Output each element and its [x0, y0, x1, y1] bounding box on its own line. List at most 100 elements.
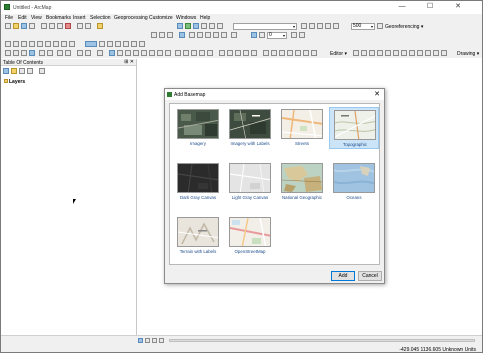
pause-drawing-icon[interactable] [159, 338, 164, 343]
tool-icon-bb[interactable] [279, 50, 285, 56]
tool-icon-m[interactable] [123, 41, 129, 47]
full-extent-globe-icon[interactable] [29, 50, 35, 56]
split-icon[interactable] [425, 50, 431, 56]
tool-icon-c[interactable] [21, 41, 27, 47]
tool-icon-dd[interactable] [295, 50, 301, 56]
basemap-tile-imagery-with-labels[interactable]: Imagery with Labels [225, 107, 275, 149]
tool-icon-w[interactable] [235, 50, 241, 56]
new-document-icon[interactable] [5, 23, 11, 29]
list-by-source-icon[interactable] [11, 68, 17, 74]
list-by-drawing-order-icon[interactable] [3, 68, 9, 74]
basemap-tile-terrain-with-labels[interactable]: Terrain with Labels [173, 215, 223, 257]
menu-insert[interactable]: Insert [73, 15, 86, 21]
menu-customize[interactable]: Customize [149, 15, 173, 21]
tool-icon-r[interactable] [191, 50, 197, 56]
tool-icon-s[interactable] [199, 50, 205, 56]
menu-view[interactable]: View [31, 15, 42, 21]
html-popup-icon[interactable] [125, 50, 131, 56]
color-swatch-icon[interactable] [85, 41, 97, 47]
table-icon[interactable] [221, 32, 227, 38]
clear-selection-icon[interactable] [85, 50, 91, 56]
editor-menu[interactable]: Editor ▾ [330, 51, 347, 57]
basemap-tile-light-gray-canvas[interactable]: Light Gray Canvas [225, 161, 275, 203]
rotate-icon[interactable] [205, 32, 211, 38]
tool-icon-cc[interactable] [287, 50, 293, 56]
shift-icon[interactable] [213, 32, 219, 38]
layer-number-input[interactable]: 0 ▾ [267, 32, 287, 39]
toc-pin-close[interactable]: ⊞ ✕ [124, 59, 134, 65]
basemap-tile-topographic[interactable]: Topographic [329, 107, 379, 149]
redo-icon[interactable] [85, 23, 91, 29]
flip-icon[interactable] [231, 32, 237, 38]
modelbuilder-icon[interactable] [217, 23, 223, 29]
add-button[interactable]: Add [331, 271, 355, 281]
layer-dropdown-top[interactable]: ▾ [233, 23, 297, 30]
link-icon[interactable] [197, 32, 203, 38]
stroke-width-icon[interactable] [291, 32, 297, 38]
time-slider-icon[interactable] [165, 50, 171, 56]
hyperlink-icon[interactable] [117, 50, 123, 56]
tool-icon-d[interactable] [29, 41, 35, 47]
dialog-close-button[interactable]: ✕ [374, 90, 380, 98]
globe-icon[interactable] [251, 32, 257, 38]
edit-tool-icon[interactable] [353, 50, 359, 56]
ruler-icon[interactable] [189, 32, 195, 38]
trace-icon[interactable] [385, 50, 391, 56]
catalog-icon[interactable] [185, 23, 191, 29]
tool-icon-l[interactable] [115, 41, 121, 47]
close-button[interactable]: ✕ [447, 2, 469, 12]
back-extent-icon[interactable] [333, 23, 339, 29]
tool-icon-g[interactable] [53, 41, 59, 47]
add-data-icon[interactable] [97, 23, 103, 29]
menu-help[interactable]: Help [200, 15, 210, 21]
full-extent-icon[interactable] [317, 23, 323, 29]
tool-icon-aa[interactable] [271, 50, 277, 56]
tool-icon-f[interactable] [45, 41, 51, 47]
go-to-xy-icon[interactable] [157, 50, 163, 56]
pan-icon[interactable] [21, 50, 27, 56]
tool-icon-z[interactable] [263, 50, 269, 56]
tool-icon-v[interactable] [227, 50, 233, 56]
menu-geoprocessing[interactable]: Geoprocessing [114, 15, 148, 21]
zoom-out-icon[interactable] [13, 50, 19, 56]
scale-settings-icon[interactable] [377, 23, 383, 29]
basemap-tile-openstreetmap[interactable]: OpenStreetMap [225, 215, 275, 257]
fixed-zoom-in-icon[interactable] [39, 50, 45, 56]
tool-icon-n[interactable] [131, 41, 137, 47]
paste-icon[interactable] [57, 23, 63, 29]
cut-icon[interactable] [41, 23, 47, 29]
draw-line-icon[interactable] [151, 32, 157, 38]
tool-icon-y[interactable] [251, 50, 257, 56]
edit-annotation-icon[interactable] [361, 50, 367, 56]
georeferencing-menu[interactable]: Georeferencing ▾ [385, 24, 423, 30]
point-icon[interactable] [393, 50, 399, 56]
identify-icon[interactable] [109, 50, 115, 56]
open-icon[interactable] [13, 23, 19, 29]
tool-icon-x[interactable] [243, 50, 249, 56]
menu-windows[interactable]: Windows [176, 15, 196, 21]
map-horizontal-scrollbar[interactable] [169, 339, 475, 342]
measure-icon[interactable] [133, 50, 139, 56]
forward-icon[interactable] [65, 50, 71, 56]
list-by-selection-icon[interactable] [27, 68, 33, 74]
fixed-zoom-out-icon[interactable] [47, 50, 53, 56]
back-icon[interactable] [57, 50, 63, 56]
basemap-tile-dark-gray-canvas[interactable]: Dark Gray Canvas [173, 161, 223, 203]
flag-icon[interactable] [299, 32, 305, 38]
cancel-button[interactable]: Cancel [358, 271, 382, 281]
delete-icon[interactable] [65, 23, 71, 29]
draw-polygon-icon[interactable] [167, 32, 173, 38]
tool-icon-a[interactable] [5, 41, 11, 47]
layer-icon[interactable] [259, 32, 265, 38]
attributes-icon[interactable] [441, 50, 447, 56]
basemap-tile-national-geographic[interactable]: National Geographic [277, 161, 327, 203]
zoom-out-toolbar-icon[interactable] [309, 23, 315, 29]
georef-tools-icon[interactable] [179, 32, 185, 38]
menu-edit[interactable]: Edit [18, 15, 27, 21]
straight-segment-icon[interactable] [369, 50, 375, 56]
basemap-tile-imagery[interactable]: Imagery [173, 107, 223, 149]
edit-vertices-icon[interactable] [401, 50, 407, 56]
editor-toolbar-icon[interactable] [177, 23, 183, 29]
drawing-menu[interactable]: Drawing ▾ [457, 51, 479, 57]
refresh-icon[interactable] [152, 338, 157, 343]
